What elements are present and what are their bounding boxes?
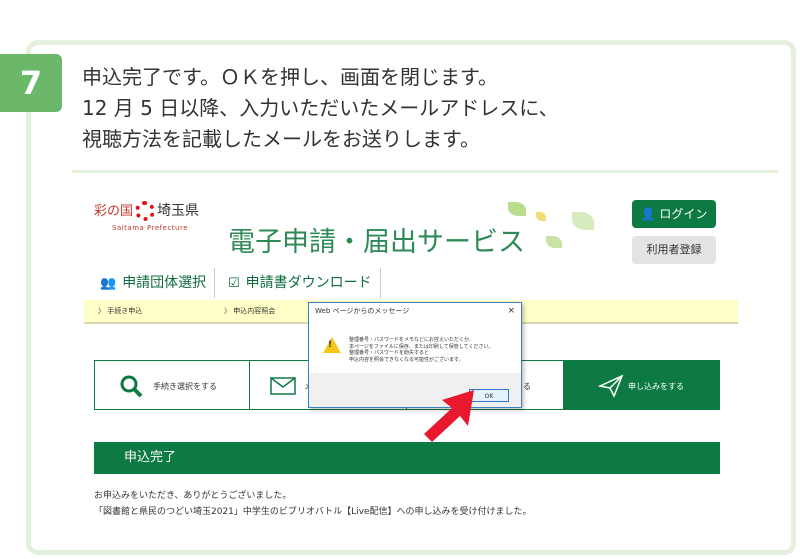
mail-icon bbox=[270, 377, 296, 395]
close-icon[interactable]: × bbox=[507, 303, 515, 319]
instruction-line-1: 申込完了です。ＯＫを押し、画面を閉じます。 bbox=[82, 65, 498, 89]
step-number-badge: 7 bbox=[0, 54, 62, 112]
step-select-procedure: 手続き選択をする bbox=[94, 360, 250, 410]
dialog-body: ! 整理番号・パスワードをメモなどにお控えいただくか、 本ページをファイルに保存… bbox=[309, 319, 521, 373]
dialog-title-bar: Web ページからのメッセージ × bbox=[309, 303, 521, 319]
search-icon bbox=[120, 375, 143, 398]
instruction-line-2: 12 月 5 日以降、入力いただいたメールアドレスに、 bbox=[82, 96, 559, 120]
acceptance-message: 「図書館と県民のつどい埼玉2021」中学生のビブリオバトル【Live配信】への申… bbox=[94, 507, 532, 517]
leaf-icon bbox=[546, 236, 562, 248]
divider bbox=[72, 170, 778, 173]
leaf-icon bbox=[508, 202, 526, 216]
dialog-title: Web ページからのメッセージ bbox=[315, 307, 410, 315]
prefecture-logo: 彩の国 埼玉県 bbox=[94, 200, 199, 221]
nav-separator bbox=[214, 268, 215, 298]
login-button[interactable]: 👤 ログイン bbox=[632, 200, 716, 228]
embedded-screenshot: 彩の国 埼玉県 Saitama Prefecture 電子申請・届出サービス 👤 … bbox=[84, 186, 738, 526]
pointer-arrow-icon bbox=[424, 390, 474, 442]
nav-tab-group-select[interactable]: 👥 申請団体選択 bbox=[100, 268, 206, 298]
step-apply: 申し込みをする bbox=[563, 360, 720, 410]
warning-mark: ! bbox=[328, 340, 333, 350]
step-instructions: 申込完了です。ＯＫを押し、画面を閉じます。 12 月 5 日以降、入力いただいた… bbox=[82, 62, 559, 155]
pref-name-a: 彩の国 bbox=[94, 204, 134, 219]
download-icon: ☑ bbox=[228, 276, 240, 291]
dialog-message: 整理番号・パスワードをメモなどにお控えいただくか、 本ページをファイルに保存、ま… bbox=[349, 337, 494, 363]
leaf-icon bbox=[572, 212, 594, 230]
send-icon bbox=[598, 374, 624, 398]
subnav-inquiry[interactable]: 〉 申込内容照会 bbox=[224, 306, 275, 316]
message-dialog: Web ページからのメッセージ × ! 整理番号・パスワードをメモなどにお控えい… bbox=[308, 302, 522, 408]
pref-roman: Saitama Prefecture bbox=[112, 224, 189, 232]
prefecture-emblem-icon bbox=[135, 201, 156, 221]
thank-you-message: お申込みをいただき、ありがとうございました。 bbox=[94, 491, 292, 501]
group-icon: 👥 bbox=[100, 276, 117, 291]
nav-separator bbox=[380, 268, 381, 298]
nav-tab-form-download[interactable]: ☑ 申請書ダウンロード bbox=[228, 268, 372, 298]
register-button[interactable]: 利用者登録 bbox=[632, 236, 716, 264]
pref-name-b: 埼玉県 bbox=[157, 203, 200, 219]
leaf-icon bbox=[536, 212, 546, 221]
subnav-procedure[interactable]: 〉 手続き申込 bbox=[98, 306, 142, 316]
service-title: 電子申請・届出サービス bbox=[228, 227, 525, 258]
completion-header: 申込完了 bbox=[94, 442, 720, 474]
instruction-line-3: 視聴方法を記載したメールをお送りします。 bbox=[82, 127, 480, 151]
